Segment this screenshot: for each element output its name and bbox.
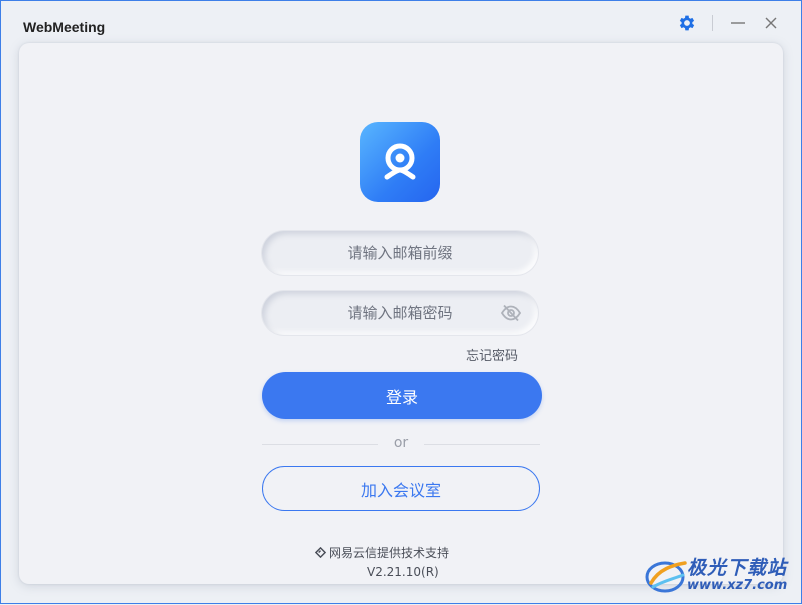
login-card: 忘记密码 登录 or 加入会议室 网易云信提供技术支持 V2.21.10(R) bbox=[19, 43, 783, 584]
watermark-url: www.xz7.com bbox=[687, 578, 788, 593]
or-label: or bbox=[393, 435, 409, 451]
gear-icon bbox=[679, 15, 695, 31]
watermark-name: 极光下载站 bbox=[687, 557, 788, 579]
title-bar[interactable]: WebMeeting bbox=[1, 1, 801, 43]
netease-yunxin-logo-icon bbox=[315, 547, 326, 558]
email-field-wrapper bbox=[262, 231, 538, 275]
app-window: WebMeeting 请输入邮箱前缀 忘记密码 登录 or 加入会议室 网易云信… bbox=[0, 0, 802, 604]
settings-button[interactable] bbox=[675, 11, 699, 35]
powered-by-text: 网易云信提供技术支持 bbox=[329, 546, 450, 560]
version-label: V2.21.10(R) bbox=[367, 565, 439, 579]
forgot-password-link[interactable]: 忘记密码 bbox=[466, 345, 518, 364]
password-visibility-toggle[interactable] bbox=[500, 303, 522, 323]
app-title: WebMeeting bbox=[23, 19, 106, 35]
divider-left bbox=[262, 444, 378, 445]
minimize-icon bbox=[731, 22, 745, 24]
password-field-wrapper bbox=[262, 291, 538, 335]
site-watermark: 极光下载站 www.xz7.com bbox=[641, 549, 802, 605]
divider-right bbox=[424, 444, 540, 445]
close-icon bbox=[765, 17, 777, 29]
password-input[interactable] bbox=[262, 291, 538, 335]
titlebar-separator bbox=[712, 15, 713, 31]
join-meeting-button[interactable]: 加入会议室 bbox=[262, 466, 540, 511]
watermark-logo-icon bbox=[645, 561, 687, 593]
email-input[interactable] bbox=[262, 231, 538, 275]
close-button[interactable] bbox=[759, 11, 783, 35]
webcam-logo-icon bbox=[384, 143, 416, 180]
powered-by: 网易云信提供技术支持 bbox=[315, 544, 449, 561]
minimize-button[interactable] bbox=[726, 11, 750, 35]
login-button[interactable]: 登录 bbox=[262, 372, 542, 419]
app-logo bbox=[360, 122, 440, 202]
eye-off-icon bbox=[500, 304, 522, 322]
